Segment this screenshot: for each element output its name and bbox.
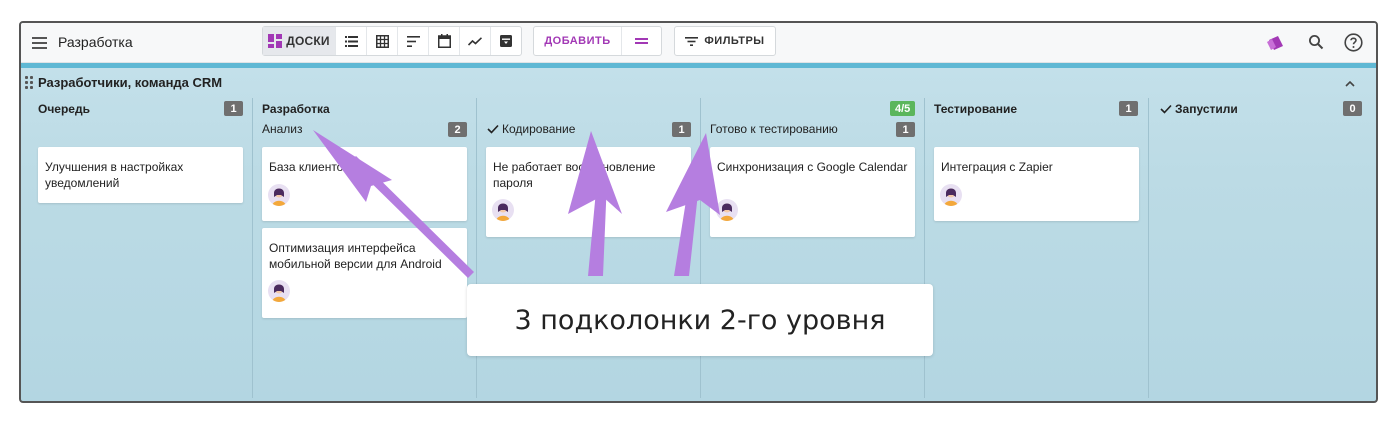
archive-icon: [500, 35, 512, 47]
app-title: Разработка: [58, 34, 133, 50]
task-card[interactable]: База клиентов: [262, 147, 467, 221]
column-divider: [252, 98, 253, 398]
task-card[interactable]: Синхронизация с Google Calendar: [710, 147, 915, 237]
equals-icon: [635, 38, 648, 44]
calendar-icon: [437, 34, 451, 48]
card-title: База клиентов: [269, 160, 350, 174]
card-title: Оптимизация интерфейса мобильной версии …: [269, 241, 442, 271]
column-title-queue: Очередь: [38, 102, 90, 116]
view-switcher: ДОСКИ: [262, 26, 522, 56]
chart-icon: [468, 36, 482, 46]
boards-icon: [268, 34, 283, 48]
count-badge: 1: [224, 101, 243, 116]
card-title: Интеграция с Zapier: [941, 160, 1053, 174]
chevron-up-icon[interactable]: [1341, 75, 1359, 93]
drag-handle-icon[interactable]: [25, 76, 33, 89]
view-chart-button[interactable]: [459, 27, 490, 55]
add-options-button[interactable]: [621, 27, 661, 55]
annotation-callout: 3 подколонки 2-го уровня: [467, 284, 933, 356]
subcolumn-title-ready-for-testing: Готово к тестированию: [710, 122, 838, 136]
count-badge: 1: [896, 122, 915, 137]
check-icon: [487, 124, 499, 134]
avatar: [940, 184, 962, 206]
task-card[interactable]: Улучшения в настройках уведомлений: [38, 147, 243, 203]
task-card[interactable]: Не работает восстановление пароля: [486, 147, 691, 237]
add-button[interactable]: ДОБАВИТЬ: [534, 27, 621, 55]
check-icon: [1160, 104, 1172, 114]
grid-icon: [375, 34, 389, 48]
filter-icon: [685, 36, 699, 46]
column-title-testing: Тестирование: [934, 102, 1018, 116]
sort-icon: [406, 35, 420, 47]
column-title-launched: Запустили: [1160, 102, 1238, 116]
view-boards-button[interactable]: ДОСКИ: [263, 27, 335, 55]
subcolumn-title-coding: Кодирование: [487, 122, 575, 136]
filters-button[interactable]: ФИЛЬТРЫ: [674, 26, 776, 56]
task-card[interactable]: Оптимизация интерфейса мобильной версии …: [262, 228, 467, 318]
column-divider: [1148, 98, 1149, 398]
accent-line: [21, 63, 1376, 68]
view-table-button[interactable]: [366, 27, 397, 55]
view-sort-button[interactable]: [397, 27, 428, 55]
annotation-text: 3 подколонки 2-го уровня: [514, 304, 886, 336]
count-badge: 0: [1343, 101, 1362, 116]
card-title: Синхронизация с Google Calendar: [717, 160, 908, 174]
card-title: Улучшения в настройках уведомлений: [45, 160, 184, 190]
help-icon[interactable]: [1340, 29, 1366, 55]
list-icon: [344, 35, 358, 47]
task-card[interactable]: Интеграция с Zapier: [934, 147, 1139, 221]
avatar: [492, 199, 514, 221]
avatar: [268, 280, 290, 302]
count-badge: 1: [672, 122, 691, 137]
count-badge: 1: [1119, 101, 1138, 116]
subcolumn-title-analysis: Анализ: [262, 122, 303, 136]
view-list-button[interactable]: [335, 27, 366, 55]
avatar: [716, 199, 738, 221]
column-title-development: Разработка: [262, 102, 330, 116]
view-archive-button[interactable]: [490, 27, 521, 55]
menu-icon[interactable]: [27, 31, 51, 55]
add-group: ДОБАВИТЬ: [533, 26, 662, 56]
avatar: [268, 184, 290, 206]
toolbar: Разработка ДОСКИ ДОБАВИТЬ ФИЛЬТРЫ: [21, 23, 1376, 63]
card-title: Не работает восстановление пароля: [493, 160, 656, 190]
board-title: Разработчики, команда CRM: [38, 75, 223, 90]
view-boards-label: ДОСКИ: [286, 34, 330, 48]
filters-label: ФИЛЬТРЫ: [704, 35, 765, 47]
search-icon[interactable]: [1303, 29, 1329, 55]
extension-icon[interactable]: [1263, 29, 1289, 55]
wip-limit-badge: 4/5: [890, 101, 916, 116]
view-calendar-button[interactable]: [428, 27, 459, 55]
count-badge: 2: [448, 122, 467, 137]
board-header: Разработчики, команда CRM: [25, 75, 222, 90]
